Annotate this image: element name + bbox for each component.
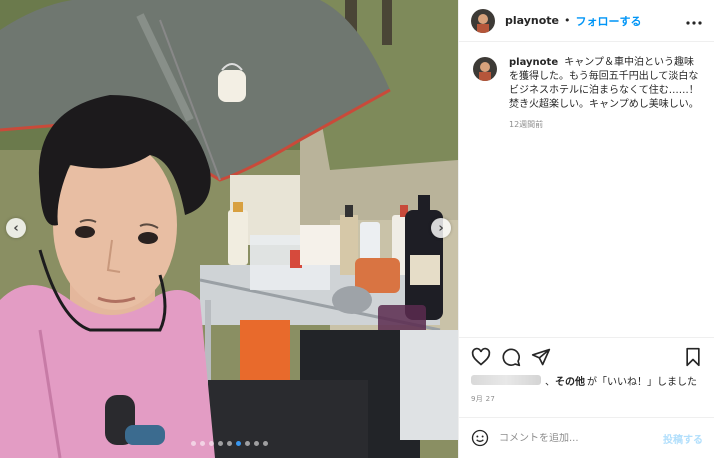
comment-icon[interactable] xyxy=(501,347,521,367)
post-photo[interactable]: ‹ › xyxy=(0,0,458,458)
post-caption: playnote キャンプ＆車中泊という趣味を獲得した。もう毎回五千円出して淡白… xyxy=(473,56,702,132)
instagram-post: ‹ › playnote • フォローする playnote キャンプ＆車中泊と… xyxy=(0,0,714,458)
carousel-dot xyxy=(235,441,241,446)
follow-button[interactable]: フォローする xyxy=(576,13,642,29)
chevron-right-icon: › xyxy=(438,220,444,236)
likes-suffix: が「いいね！」しました xyxy=(587,376,697,388)
carousel-dot xyxy=(217,441,223,446)
more-options-icon[interactable] xyxy=(686,13,702,29)
post-date[interactable]: 9月 27 xyxy=(459,394,714,404)
avatar-image xyxy=(473,57,497,81)
camping-selfie-image xyxy=(0,0,458,458)
carousel-dot xyxy=(244,441,250,446)
carousel-dot xyxy=(226,441,232,446)
caption-body: playnote キャンプ＆車中泊という趣味を獲得した。もう毎回五千円出して淡白… xyxy=(509,56,702,132)
send-icon[interactable] xyxy=(531,347,551,367)
carousel-dot xyxy=(253,441,259,446)
blurred-liker-names xyxy=(471,375,541,385)
carousel-dot xyxy=(199,441,205,446)
action-icons xyxy=(459,342,714,372)
likes-others-link[interactable]: その他 xyxy=(555,373,585,388)
post-header: playnote • フォローする xyxy=(459,0,714,42)
avatar[interactable] xyxy=(471,8,495,33)
carousel-next-button[interactable]: › xyxy=(431,218,451,238)
post-side-panel: playnote • フォローする playnote キャンプ＆車中泊という趣味… xyxy=(458,0,714,458)
carousel-dots xyxy=(0,441,458,446)
carousel-dot xyxy=(262,441,268,446)
caption-username[interactable]: playnote xyxy=(509,57,558,68)
comment-bar: 投稿する xyxy=(459,417,714,458)
carousel-prev-button[interactable]: ‹ xyxy=(6,218,26,238)
post-actions: 、 その他 が「いいね！」しました 9月 27 xyxy=(459,337,714,404)
chevron-left-icon: ‹ xyxy=(13,220,19,236)
bookmark-icon[interactable] xyxy=(683,347,703,367)
carousel-dot xyxy=(190,441,196,446)
separator-dot: • xyxy=(564,14,571,27)
avatar-image xyxy=(471,8,495,33)
carousel-dot xyxy=(208,441,214,446)
comment-input[interactable] xyxy=(499,432,649,444)
author-username[interactable]: playnote xyxy=(505,14,559,27)
post-comment-button[interactable]: 投稿する xyxy=(663,431,703,446)
caption-time-ago[interactable]: 12週間前 xyxy=(509,118,702,132)
caption-avatar[interactable] xyxy=(473,57,497,81)
likes-summary: 、 その他 が「いいね！」しました xyxy=(459,372,714,388)
heart-icon[interactable] xyxy=(471,347,491,367)
emoji-icon[interactable] xyxy=(471,429,489,447)
